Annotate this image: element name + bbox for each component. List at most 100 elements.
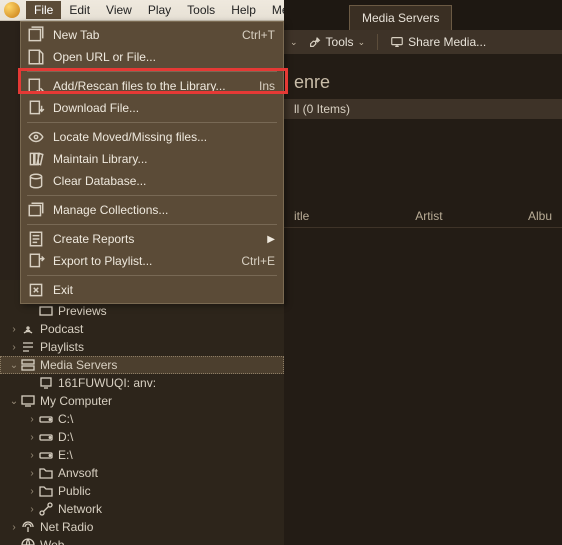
radio-icon: [20, 520, 36, 534]
app-logo-icon: [4, 2, 20, 18]
tree-label: Podcast: [40, 322, 83, 336]
tree-item-network[interactable]: › Network: [0, 500, 284, 518]
eye-icon: [27, 129, 45, 145]
drive-icon: [38, 430, 54, 444]
tree-item-drive-e[interactable]: › E:\: [0, 446, 284, 464]
menu-item-download-file[interactable]: Download File...: [21, 97, 283, 119]
tree-item-server1[interactable]: 161FUWUQI: anv:: [0, 374, 284, 392]
dd-label: Open URL or File...: [53, 50, 275, 64]
main-panel: enre ll (0 Items) itle Artist Albu: [284, 54, 562, 545]
tab-strip: Media Servers: [284, 0, 562, 30]
tree-label: Network: [58, 502, 102, 516]
separator: [27, 224, 277, 225]
download-icon: [27, 100, 45, 116]
items-count-bar[interactable]: ll (0 Items): [284, 99, 562, 119]
column-headers: itle Artist Albu: [284, 205, 562, 228]
expander-icon[interactable]: ›: [8, 522, 20, 533]
menu-item-clear-database[interactable]: Clear Database...: [21, 170, 283, 192]
share-media-button[interactable]: Share Media...: [384, 33, 492, 51]
expander-icon[interactable]: ›: [8, 342, 20, 353]
menu-item-export-playlist[interactable]: Export to Playlist... Ctrl+E: [21, 250, 283, 272]
menu-item-maintain-library[interactable]: Maintain Library...: [21, 148, 283, 170]
submenu-arrow-icon: ▶: [267, 234, 275, 245]
menu-edit[interactable]: Edit: [61, 1, 98, 19]
add-rescan-icon: [27, 78, 45, 94]
tree-item-public[interactable]: › Public: [0, 482, 284, 500]
menu-item-open-url[interactable]: Open URL or File...: [21, 46, 283, 68]
menu-help[interactable]: Help: [223, 1, 264, 19]
menu-item-manage-collections[interactable]: Manage Collections...: [21, 199, 283, 221]
expander-icon[interactable]: ›: [26, 414, 38, 425]
menu-file[interactable]: File: [26, 1, 61, 19]
device-icon: [38, 376, 54, 390]
dd-label: Exit: [53, 283, 275, 297]
expander-icon[interactable]: ›: [26, 432, 38, 443]
menu-tools[interactable]: Tools: [179, 1, 223, 19]
menu-item-new-tab[interactable]: New Tab Ctrl+T: [21, 24, 283, 46]
dd-label: Add/Rescan files to the Library...: [53, 79, 247, 93]
tree-item-media-servers[interactable]: ⌄ Media Servers: [0, 356, 284, 374]
tree-item-drive-d[interactable]: ›D:\: [0, 428, 284, 446]
expander-icon[interactable]: ›: [26, 468, 38, 479]
tree-label: Media Servers: [40, 358, 117, 372]
wrench-icon: [308, 35, 322, 49]
drive-icon: [38, 448, 54, 462]
expander-icon[interactable]: ›: [26, 450, 38, 461]
column-artist[interactable]: Artist: [405, 209, 518, 223]
tree-item-my-computer[interactable]: ⌄My Computer: [0, 392, 284, 410]
menu-view[interactable]: View: [98, 1, 140, 19]
dd-label: Maintain Library...: [53, 152, 275, 166]
dd-label: Clear Database...: [53, 174, 275, 188]
tree-item-net-radio[interactable]: ›Net Radio: [0, 518, 284, 536]
expander-icon[interactable]: ⌄: [8, 360, 20, 371]
dd-label: Download File...: [53, 101, 275, 115]
tree-item-drive-c[interactable]: ›C:\: [0, 410, 284, 428]
tree-item-previews[interactable]: Previews: [0, 302, 284, 320]
menu-item-exit[interactable]: Exit: [21, 279, 283, 301]
share-label: Share Media...: [408, 35, 486, 49]
toolbar: ⌄ Tools ⌄ Share Media...: [284, 30, 562, 54]
separator: [27, 195, 277, 196]
sidebar-tree: ›Virtual CD Previews ›Podcast ›Playlists…: [0, 280, 284, 545]
network-icon: [38, 502, 54, 516]
menu-play[interactable]: Play: [140, 1, 179, 19]
podcast-icon: [20, 322, 36, 336]
expander-icon[interactable]: ⌄: [8, 396, 20, 407]
header-genre: enre: [284, 54, 562, 95]
expander-icon[interactable]: ›: [8, 324, 20, 335]
column-album[interactable]: Albu: [518, 209, 562, 223]
tree-label: Public: [58, 484, 91, 498]
tree-label: Previews: [58, 304, 107, 318]
file-menu-dropdown: New Tab Ctrl+T Open URL or File... Add/R…: [20, 21, 284, 304]
tree-label: Anvsoft: [58, 466, 98, 480]
tree-item-playlists[interactable]: ›Playlists: [0, 338, 284, 356]
column-title[interactable]: itle: [284, 209, 405, 223]
playlist-icon: [20, 340, 36, 354]
exit-icon: [27, 282, 45, 298]
menu-item-add-rescan[interactable]: Add/Rescan files to the Library... Ins: [21, 75, 283, 97]
separator: [27, 122, 277, 123]
dd-label: Locate Moved/Missing files...: [53, 130, 275, 144]
tree-item-podcast[interactable]: › Podcast: [0, 320, 284, 338]
tab-media-servers[interactable]: Media Servers: [349, 5, 452, 30]
menu-item-locate-missing[interactable]: Locate Moved/Missing files...: [21, 126, 283, 148]
folder-icon: [38, 466, 54, 480]
new-tab-icon: [27, 27, 45, 43]
collections-icon: [27, 202, 45, 218]
chevron-down-icon[interactable]: ⌄: [290, 37, 298, 48]
share-icon: [390, 35, 404, 49]
tree-item-anvsoft[interactable]: › Anvsoft: [0, 464, 284, 482]
library-icon: [27, 151, 45, 167]
expander-icon[interactable]: ›: [26, 504, 38, 515]
menu-item-create-reports[interactable]: Create Reports ▶: [21, 228, 283, 250]
tree-item-web[interactable]: Web: [0, 536, 284, 545]
dd-shortcut: Ctrl+T: [242, 28, 275, 42]
tools-dropdown[interactable]: Tools ⌄: [302, 33, 372, 51]
report-icon: [27, 231, 45, 247]
expander-icon[interactable]: ›: [26, 486, 38, 497]
folder-icon: [38, 484, 54, 498]
tree-label: E:\: [58, 448, 73, 462]
computer-icon: [20, 394, 36, 408]
toolbar-separator: [377, 34, 378, 50]
open-file-icon: [27, 49, 45, 65]
